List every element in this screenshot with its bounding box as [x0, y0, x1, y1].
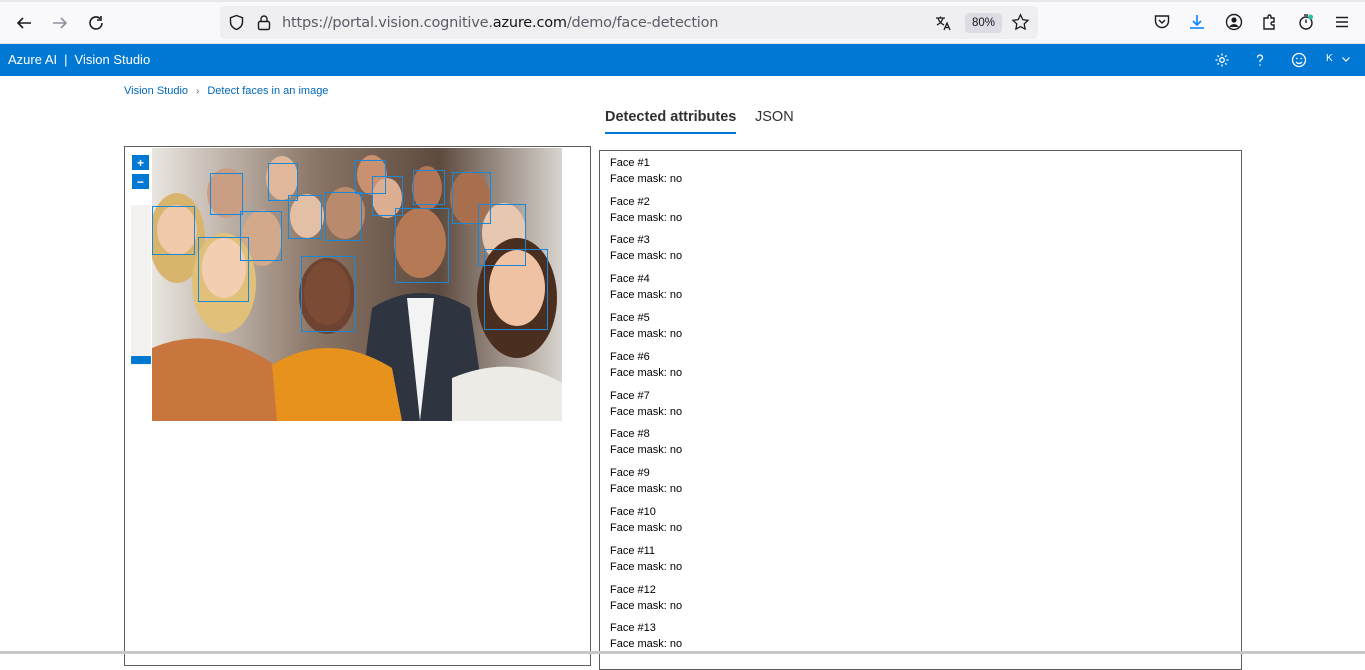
account-icon[interactable] [1225, 13, 1243, 31]
face-mask-value: Face mask: no [610, 328, 683, 340]
app-brand[interactable]: Azure AI | Vision Studio [8, 52, 150, 67]
list-item: Face #2 Face mask: no [610, 194, 682, 226]
user-menu[interactable]: K [1326, 53, 1351, 64]
help-icon[interactable] [1252, 52, 1268, 68]
settings-gear-icon[interactable] [1214, 52, 1230, 68]
list-item: Face #9 Face mask: no [610, 465, 682, 497]
downloads-icon[interactable] [1188, 13, 1206, 31]
tracking-shield-icon[interactable] [228, 14, 245, 31]
app-header: Azure AI | Vision Studio K [0, 44, 1365, 76]
face-box[interactable] [395, 208, 449, 283]
list-item: Face #12 Face mask: no [610, 582, 682, 614]
face-title: Face #7 [610, 390, 650, 402]
face-title: Face #12 [610, 584, 656, 596]
face-title: Face #3 [610, 234, 650, 246]
face-mask-value: Face mask: no [610, 561, 683, 573]
face-title: Face #2 [610, 196, 650, 208]
list-item: Face #8 Face mask: no [610, 426, 682, 458]
list-item: Face #6 Face mask: no [610, 349, 682, 381]
address-bar[interactable]: https://portal.vision.cognitive.azure.co… [220, 6, 1038, 39]
face-title: Face #11 [610, 545, 656, 557]
face-mask-value: Face mask: no [610, 289, 683, 301]
face-box[interactable] [301, 256, 355, 332]
face-box[interactable] [210, 173, 243, 215]
face-box[interactable] [198, 237, 249, 302]
zoom-slider-thumb[interactable] [131, 356, 151, 364]
user-initial: K [1326, 53, 1333, 64]
list-item: Face #13 Face mask: no [610, 620, 682, 652]
breadcrumb-detect-faces[interactable]: Detect faces in an image [207, 85, 328, 97]
list-item: Face #10 Face mask: no [610, 504, 682, 536]
group-photo [152, 148, 562, 421]
feedback-smiley-icon[interactable] [1291, 52, 1307, 68]
breadcrumb-vision-studio[interactable]: Vision Studio [124, 85, 188, 97]
face-mask-value: Face mask: no [610, 522, 683, 534]
brand-vision-studio: Vision Studio [74, 52, 151, 67]
menu-icon[interactable] [1333, 13, 1351, 31]
zoom-out-button[interactable]: − [132, 174, 149, 189]
reload-icon[interactable] [83, 10, 109, 36]
back-icon[interactable] [11, 10, 37, 36]
list-item: Face #4 Face mask: no [610, 271, 682, 303]
face-box[interactable] [288, 195, 322, 239]
zoom-in-button[interactable]: + [132, 155, 149, 170]
face-mask-value: Face mask: no [610, 250, 683, 262]
face-title: Face #13 [610, 622, 656, 634]
face-mask-value: Face mask: no [610, 483, 683, 495]
lock-icon[interactable] [256, 14, 272, 31]
zoom-slider-track[interactable] [131, 205, 151, 365]
list-item: Face #3 Face mask: no [610, 232, 682, 264]
face-mask-value: Face mask: no [610, 173, 683, 185]
face-mask-value: Face mask: no [610, 367, 683, 379]
face-title: Face #8 [610, 428, 650, 440]
chevron-right-icon: › [196, 85, 200, 97]
face-mask-value: Face mask: no [610, 406, 683, 418]
active-tab-indicator [605, 132, 736, 134]
pocket-icon[interactable] [1153, 13, 1171, 31]
list-item: Face #1 Face mask: no [610, 155, 682, 187]
face-title: Face #9 [610, 467, 650, 479]
face-title: Face #4 [610, 273, 650, 285]
face-box[interactable] [484, 249, 548, 330]
face-mask-value: Face mask: no [610, 444, 683, 456]
tab-json[interactable]: JSON [755, 109, 794, 125]
face-box[interactable] [152, 206, 195, 255]
browser-toolbar: https://portal.vision.cognitive.azure.co… [0, 0, 1365, 44]
breadcrumb: Vision Studio › Detect faces in an image [124, 85, 328, 97]
face-box[interactable] [325, 192, 362, 241]
image-viewer: + − [124, 146, 591, 666]
tab-detected-attributes[interactable]: Detected attributes [605, 109, 736, 125]
extensions-icon[interactable] [1261, 13, 1279, 31]
detected-attributes-list: Face #1 Face mask: no Face #2 Face mask: n… [599, 150, 1242, 670]
brand-azure-ai: Azure AI [8, 52, 58, 67]
brand-separator: | [64, 52, 68, 67]
translate-icon[interactable] [934, 14, 952, 32]
face-mask-value: Face mask: no [610, 600, 683, 612]
list-item: Face #7 Face mask: no [610, 388, 682, 420]
face-box[interactable] [413, 170, 445, 205]
face-mask-value: Face mask: no [610, 212, 683, 224]
face-title: Face #10 [610, 506, 656, 518]
face-title: Face #1 [610, 157, 650, 169]
url-text[interactable]: https://portal.vision.cognitive.azure.co… [282, 15, 719, 31]
tab-strip-edge [0, 0, 1365, 2]
zoom-level-badge[interactable]: 80% [965, 13, 1002, 33]
list-item: Face #11 Face mask: no [610, 543, 682, 575]
timer-extension-icon[interactable] [1297, 13, 1315, 31]
face-title: Face #5 [610, 312, 650, 324]
face-mask-value: Face mask: no [610, 638, 683, 650]
bookmark-star-icon[interactable] [1011, 13, 1030, 32]
list-item: Face #5 Face mask: no [610, 310, 682, 342]
forward-icon[interactable] [47, 10, 73, 36]
face-title: Face #6 [610, 351, 650, 363]
chevron-down-icon [1341, 56, 1350, 62]
